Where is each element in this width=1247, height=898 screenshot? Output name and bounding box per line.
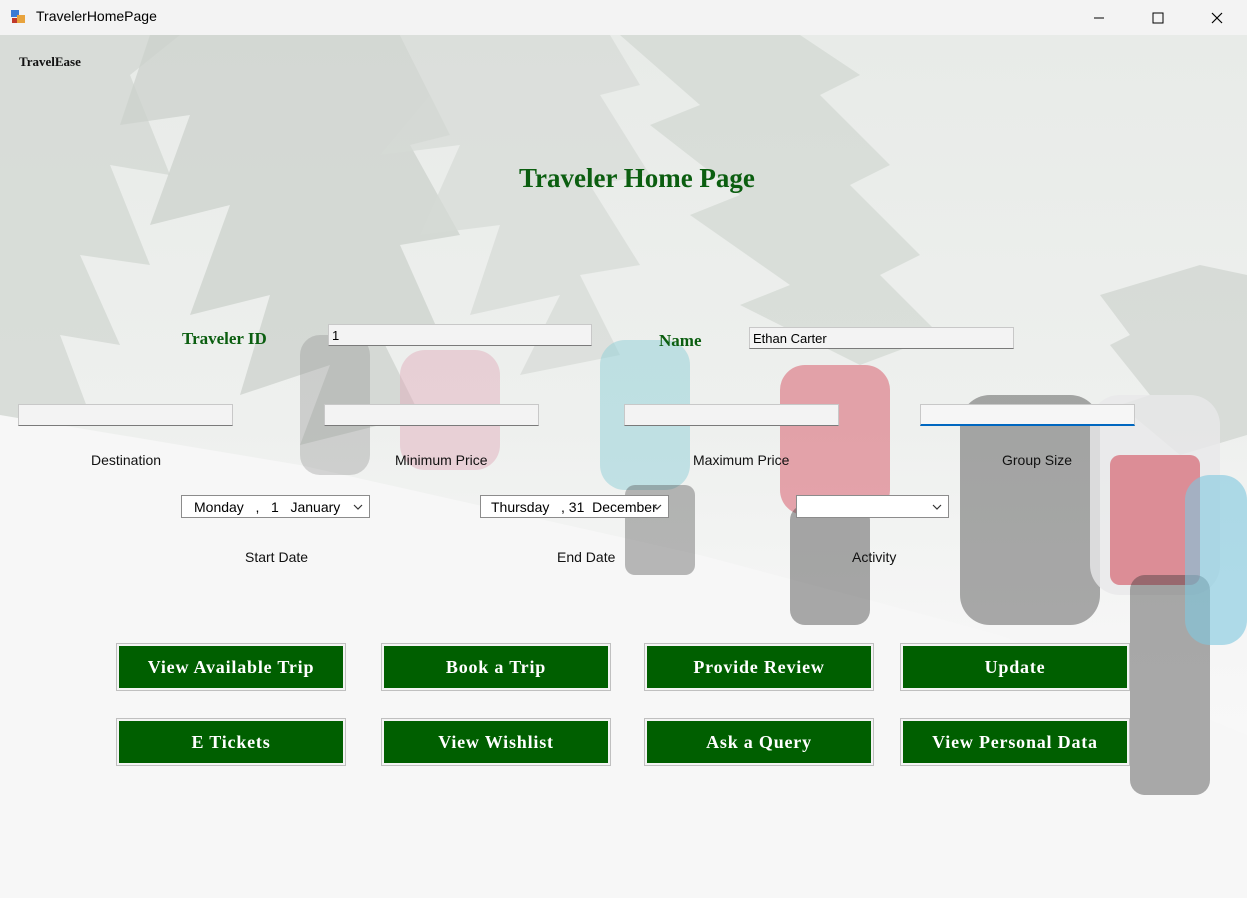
group-size-field[interactable] (920, 404, 1135, 426)
view-available-trip-button[interactable]: View Available Trip (117, 644, 345, 690)
e-tickets-button[interactable]: E Tickets (117, 719, 345, 765)
brand-label: TravelEase (19, 54, 81, 69)
chevron-down-icon (353, 504, 363, 510)
name-label: Name (659, 331, 702, 350)
page-title: Traveler Home Page (519, 163, 755, 193)
maximum-price-field[interactable] (624, 404, 839, 426)
traveler-id-field[interactable] (328, 324, 592, 346)
ask-query-button[interactable]: Ask a Query (645, 719, 873, 765)
update-button[interactable]: Update (901, 644, 1129, 690)
minimum-price-field[interactable] (324, 404, 539, 426)
destination-field[interactable] (18, 404, 233, 426)
title-bar: TravelerHomePage (0, 0, 1247, 35)
maximize-button[interactable] (1135, 0, 1181, 35)
window-title: TravelerHomePage (36, 8, 157, 24)
traveler-id-label: Traveler ID (182, 329, 267, 348)
chevron-down-icon (652, 504, 662, 510)
close-button[interactable] (1194, 0, 1240, 35)
start-date-value: Monday , 1 January (194, 499, 341, 515)
client-area: TravelEase Traveler Home Page Traveler I… (0, 35, 1247, 898)
minimum-price-label: Minimum Price (395, 452, 488, 468)
close-icon (1211, 12, 1223, 23)
end-date-label: End Date (557, 549, 616, 565)
maximize-icon (1152, 12, 1164, 23)
app-icon (11, 10, 25, 23)
provide-review-button[interactable]: Provide Review (645, 644, 873, 690)
end-date-value: Thursday , 31 December (491, 499, 657, 515)
name-field[interactable] (749, 327, 1014, 349)
start-date-picker[interactable]: Monday , 1 January (181, 495, 370, 518)
view-personal-data-button[interactable]: View Personal Data (901, 719, 1129, 765)
book-trip-button[interactable]: Book a Trip (382, 644, 610, 690)
activity-label: Activity (852, 549, 897, 565)
minimize-button[interactable] (1076, 0, 1122, 35)
start-date-label: Start Date (245, 549, 309, 565)
group-size-label: Group Size (1002, 452, 1073, 468)
activity-dropdown[interactable] (796, 495, 949, 518)
view-wishlist-button[interactable]: View Wishlist (382, 719, 610, 765)
maximum-price-label: Maximum Price (693, 452, 790, 468)
chevron-down-icon (932, 504, 942, 510)
end-date-picker[interactable]: Thursday , 31 December (480, 495, 669, 518)
minimize-icon (1094, 17, 1104, 18)
destination-label: Destination (91, 452, 162, 468)
